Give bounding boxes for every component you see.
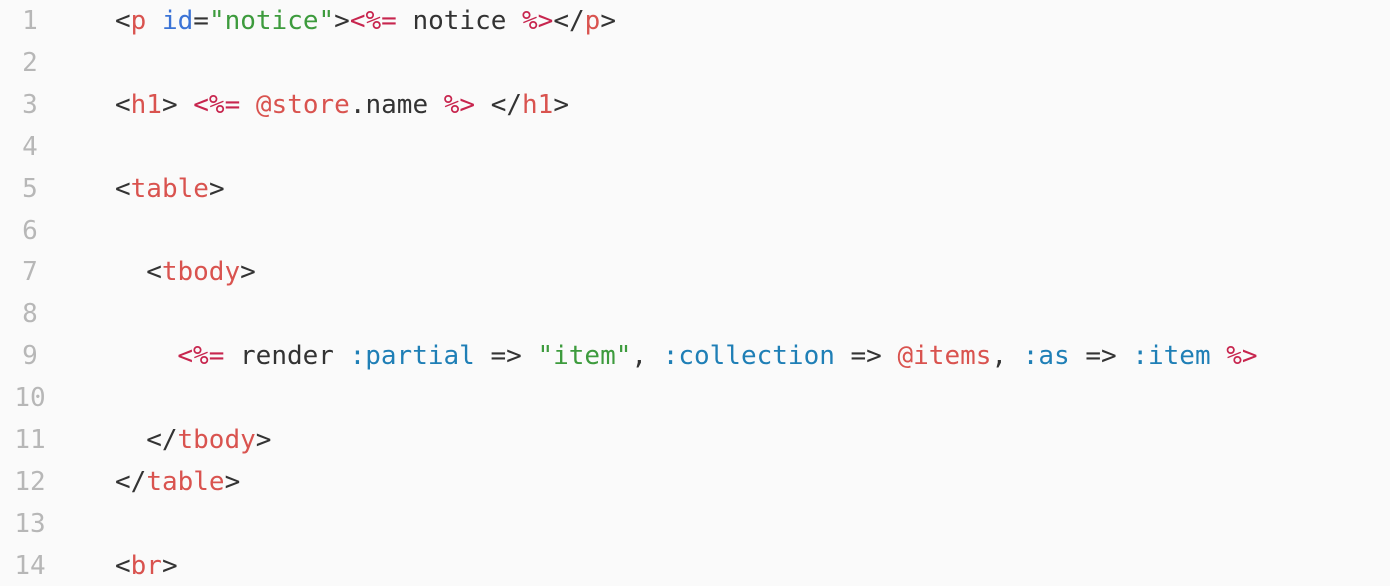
line-number: 1: [22, 6, 38, 36]
code-token: :partial: [349, 341, 475, 372]
code-line[interactable]: 7 <tbody>: [0, 251, 1390, 293]
code-token: >: [255, 425, 272, 455]
code-text: <tbody>: [115, 251, 256, 293]
code-token: ,: [991, 341, 1023, 372]
code-token: table: [146, 466, 225, 497]
code-token: >: [208, 173, 225, 204]
code-token: >: [553, 89, 569, 120]
code-editor[interactable]: 1 <p id="notice"><%= notice %></p> 2 3 <h1> …: [0, 0, 1390, 586]
code-line[interactable]: 2: [0, 42, 1390, 84]
code-token: "notice": [208, 6, 335, 36]
code-token: id: [161, 6, 194, 36]
code-line[interactable]: 14 <br>: [0, 545, 1390, 586]
code-token: h1: [522, 89, 554, 120]
code-token: notice: [396, 6, 523, 36]
code-text: <table>: [115, 168, 225, 210]
code-token: =>: [834, 341, 898, 372]
code-token: <: [115, 89, 131, 120]
line-number: 6: [22, 215, 38, 246]
code-token: >: [240, 257, 256, 288]
code-line[interactable]: 13: [0, 503, 1390, 545]
code-line[interactable]: 12 </table>: [0, 461, 1390, 503]
code-token: @store: [255, 89, 350, 120]
code-token: <: [115, 550, 131, 581]
code-token: :as: [1022, 341, 1070, 372]
code-token: tbody: [177, 425, 256, 455]
line-number: 7: [22, 257, 38, 288]
code-token: </: [146, 425, 178, 455]
code-token: </: [115, 466, 147, 497]
code-token: >: [600, 6, 616, 36]
line-number: 12: [14, 466, 46, 497]
line-number: 11: [14, 425, 46, 455]
code-token: %>: [522, 6, 554, 36]
code-token: </: [553, 6, 585, 36]
code-token: >: [161, 550, 178, 581]
code-token: >: [334, 6, 350, 36]
code-token: tbody: [161, 257, 241, 288]
code-line[interactable]: 6: [0, 210, 1390, 252]
code-token: .name: [349, 89, 444, 120]
code-line[interactable]: 1 <p id="notice"><%= notice %></p>: [0, 0, 1390, 42]
code-token: %>: [443, 89, 476, 120]
code-line[interactable]: 3 <h1> <%= @store.name %> </h1>: [0, 84, 1390, 126]
code-line[interactable]: 5 <table>: [0, 168, 1390, 210]
line-number: 14: [14, 550, 46, 581]
code-token: ,: [631, 341, 663, 372]
code-token: <: [115, 173, 131, 204]
line-number: 10: [14, 383, 46, 414]
code-token: table: [130, 173, 209, 204]
code-token: "item": [537, 341, 632, 372]
code-token: =>: [474, 341, 538, 372]
line-number: 9: [22, 341, 38, 372]
code-line[interactable]: 11 </tbody>: [0, 419, 1390, 461]
code-token: h1: [130, 89, 162, 120]
code-token: =: [193, 6, 209, 36]
line-number: 3: [22, 89, 38, 120]
code-token: <: [115, 6, 131, 36]
code-token: @items: [897, 341, 992, 372]
code-token: >: [161, 89, 194, 120]
code-token: %>: [1226, 341, 1258, 372]
line-number: 5: [22, 173, 38, 204]
code-token: <%=: [177, 341, 225, 372]
code-token: </: [475, 89, 523, 120]
code-line[interactable]: 8: [0, 293, 1390, 335]
code-text: </table>: [115, 461, 240, 503]
line-number: 13: [14, 508, 46, 539]
line-number: 8: [22, 299, 38, 330]
code-token: <%=: [193, 89, 241, 120]
code-text: </tbody>: [115, 419, 271, 461]
code-line[interactable]: 9 <%= render :partial => "item", :collect…: [0, 335, 1390, 377]
code-token: =>: [1069, 341, 1133, 372]
code-token: p: [130, 6, 147, 36]
code-token: render: [224, 341, 350, 372]
code-token: p: [584, 6, 601, 36]
code-line[interactable]: 4: [0, 126, 1390, 168]
code-text: <%= render :partial => "item", :collecti…: [115, 335, 1258, 377]
code-text: <br>: [115, 545, 178, 586]
code-token: :collection: [662, 341, 835, 372]
line-number: 4: [22, 131, 38, 162]
code-token: br: [130, 550, 162, 581]
code-token: <%=: [349, 6, 397, 36]
code-token: <: [146, 257, 162, 288]
code-token: :item: [1132, 341, 1211, 372]
code-text: <p id="notice"><%= notice %></p>: [115, 0, 616, 42]
code-token: >: [224, 466, 241, 497]
line-number: 2: [22, 47, 38, 78]
code-text: <h1> <%= @store.name %> </h1>: [115, 84, 569, 126]
code-line[interactable]: 10: [0, 377, 1390, 419]
